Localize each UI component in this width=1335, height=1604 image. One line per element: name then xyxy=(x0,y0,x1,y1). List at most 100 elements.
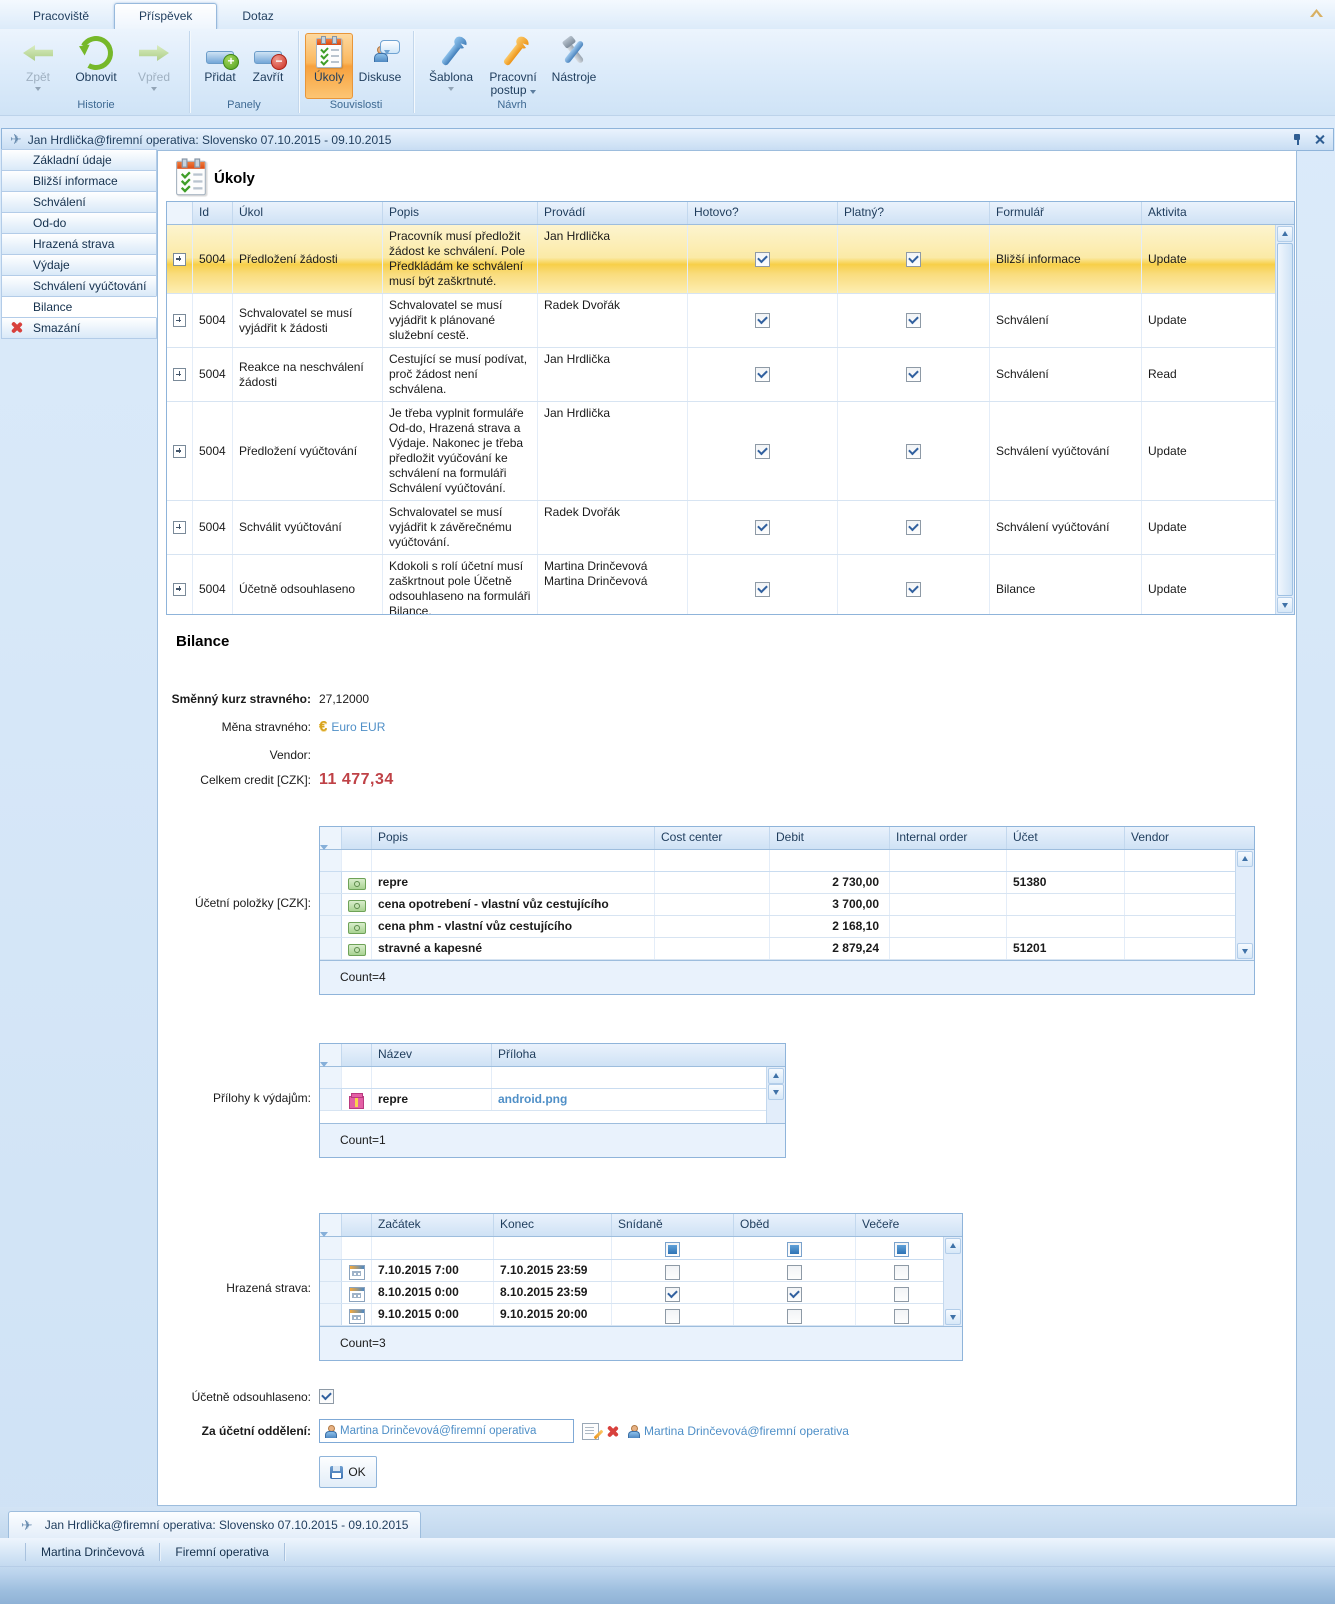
meal-row[interactable]: 8.10.2015 0:00 8.10.2015 23:59 xyxy=(320,1282,946,1304)
ribbon-tab[interactable]: Příspěvek xyxy=(114,3,217,29)
scroll-down-icon[interactable] xyxy=(1237,943,1253,959)
sidebar-item[interactable]: Schválení xyxy=(1,191,157,213)
lunch-checkbox[interactable] xyxy=(787,1287,802,1302)
column-header-popis[interactable]: Popis xyxy=(383,202,538,224)
column-header-aktivita[interactable]: Aktivita xyxy=(1142,202,1278,224)
accounting-scrollbar[interactable] xyxy=(1235,850,1254,960)
collapse-ribbon-icon[interactable] xyxy=(1310,9,1323,17)
dinner-checkbox[interactable] xyxy=(894,1287,909,1302)
attachments-scrollbar[interactable] xyxy=(766,1067,785,1123)
task-row[interactable]: 5004 Schvalovatel se musí vyjádřit k žád… xyxy=(167,294,1278,348)
sidebar-item[interactable]: Bilance xyxy=(1,296,157,318)
filter-row[interactable] xyxy=(320,850,1238,872)
meal-row[interactable]: 7.10.2015 7:00 7.10.2015 23:59 xyxy=(320,1260,946,1282)
template-dropdown-icon[interactable] xyxy=(448,87,454,91)
back-button[interactable]: Zpět xyxy=(9,33,67,99)
scroll-down-icon[interactable] xyxy=(1277,597,1293,613)
valid-checkbox[interactable] xyxy=(906,444,921,459)
select-user-icon[interactable] xyxy=(582,1423,599,1440)
task-row[interactable]: 5004 Reakce na neschválení žádosti Cestu… xyxy=(167,348,1278,402)
done-checkbox[interactable] xyxy=(755,520,770,535)
scroll-thumb[interactable] xyxy=(1277,243,1293,596)
tasks-button[interactable]: Úkoly xyxy=(305,33,353,99)
sidebar-item[interactable]: Výdaje xyxy=(1,254,157,276)
pin-icon[interactable] xyxy=(1293,134,1302,145)
breakfast-checkbox[interactable] xyxy=(665,1309,680,1324)
refresh-button[interactable]: Obnovit xyxy=(67,33,125,99)
task-row[interactable]: 5004 Účetně odsouhlaseno Kdokoli s rolí … xyxy=(167,555,1278,615)
scroll-up-icon[interactable] xyxy=(1277,226,1293,242)
column-header-ucet[interactable]: Účet xyxy=(1007,827,1125,849)
column-header-ukol[interactable]: Úkol xyxy=(233,202,383,224)
accounting-row[interactable]: cena opotrebení - vlastní vůz cestujícíh… xyxy=(320,894,1238,916)
scroll-up-icon[interactable] xyxy=(1237,851,1253,867)
column-header-zacatek[interactable]: Začátek xyxy=(372,1214,494,1236)
add-panel-button[interactable]: + Přidat xyxy=(196,33,244,99)
column-header-konec[interactable]: Konec xyxy=(494,1214,612,1236)
column-header-hotovo[interactable]: Hotovo? xyxy=(688,202,838,224)
sidebar-item[interactable]: Smazání xyxy=(1,317,157,339)
attachment-row[interactable]: repre android.png xyxy=(320,1089,769,1111)
filter-icon[interactable] xyxy=(320,1062,328,1081)
task-row[interactable]: 5004 Předložení žádosti Pracovník musí p… xyxy=(167,225,1278,294)
sidebar-item[interactable]: Schválení vyúčtování xyxy=(1,275,157,297)
approved-checkbox[interactable] xyxy=(319,1389,334,1404)
filter-row[interactable] xyxy=(320,1237,946,1260)
sidebar-item[interactable]: Hrazená strava xyxy=(1,233,157,255)
valid-checkbox[interactable] xyxy=(906,252,921,267)
valid-checkbox[interactable] xyxy=(906,520,921,535)
ok-button[interactable]: OK xyxy=(319,1456,377,1488)
sidebar-item[interactable]: Bližší informace xyxy=(1,170,157,192)
workflow-button[interactable]: Pracovní postup xyxy=(482,33,544,99)
done-checkbox[interactable] xyxy=(755,367,770,382)
valid-checkbox[interactable] xyxy=(906,582,921,597)
column-header-nazev[interactable]: Název xyxy=(372,1044,492,1066)
accounting-row[interactable]: cena phm - vlastní vůz cestujícího 2 168… xyxy=(320,916,1238,938)
attachment-file-link[interactable]: android.png xyxy=(492,1089,769,1110)
column-header-platny[interactable]: Platný? xyxy=(838,202,990,224)
column-header-provadi[interactable]: Provádí xyxy=(538,202,688,224)
column-header-cost-center[interactable]: Cost center xyxy=(655,827,770,849)
meal-row[interactable]: 9.10.2015 0:00 9.10.2015 20:00 xyxy=(320,1304,946,1326)
sidebar-item[interactable]: Základní údaje xyxy=(1,149,157,171)
close-panel-button[interactable]: − Zavřít xyxy=(244,33,292,99)
filter-icon[interactable] xyxy=(320,845,328,864)
meals-scrollbar[interactable] xyxy=(943,1237,962,1326)
done-checkbox[interactable] xyxy=(755,444,770,459)
clear-user-icon[interactable] xyxy=(607,1426,618,1437)
filter-icon[interactable] xyxy=(320,1232,328,1251)
ribbon-tab[interactable]: Dotaz xyxy=(217,3,298,29)
ribbon-tab[interactable]: Pracoviště xyxy=(8,3,114,29)
expand-icon[interactable] xyxy=(173,521,186,534)
lunch-filter-checkbox[interactable] xyxy=(787,1242,802,1257)
tasks-scrollbar[interactable] xyxy=(1275,225,1294,614)
column-header-formular[interactable]: Formulář xyxy=(990,202,1142,224)
column-header-obed[interactable]: Oběd xyxy=(734,1214,856,1236)
close-icon[interactable] xyxy=(1314,134,1325,145)
accounting-row[interactable]: repre 2 730,00 51380 xyxy=(320,872,1238,894)
discussion-button[interactable]: Diskuse xyxy=(353,33,407,99)
done-checkbox[interactable] xyxy=(755,313,770,328)
scroll-up-icon[interactable] xyxy=(768,1068,784,1084)
dinner-checkbox[interactable] xyxy=(894,1265,909,1280)
task-row[interactable]: 5004 Schválit vyúčtování Schvalovatel se… xyxy=(167,501,1278,555)
valid-checkbox[interactable] xyxy=(906,367,921,382)
filter-row[interactable] xyxy=(320,1067,769,1089)
back-dropdown-icon[interactable] xyxy=(35,87,41,91)
lunch-checkbox[interactable] xyxy=(787,1265,802,1280)
tools-button[interactable]: Nástroje xyxy=(544,33,604,99)
expand-icon[interactable] xyxy=(173,368,186,381)
column-header-internal-order[interactable]: Internal order xyxy=(890,827,1007,849)
breakfast-checkbox[interactable] xyxy=(665,1287,680,1302)
forward-button[interactable]: Vpřed xyxy=(125,33,183,99)
breakfast-filter-checkbox[interactable] xyxy=(665,1242,680,1257)
breakfast-checkbox[interactable] xyxy=(665,1265,680,1280)
valid-checkbox[interactable] xyxy=(906,313,921,328)
column-header-id[interactable]: Id xyxy=(193,202,233,224)
expand-icon[interactable] xyxy=(173,445,186,458)
done-checkbox[interactable] xyxy=(755,582,770,597)
expand-icon[interactable] xyxy=(173,583,186,596)
column-header-priloha[interactable]: Příloha xyxy=(492,1044,769,1066)
forward-dropdown-icon[interactable] xyxy=(151,87,157,91)
scroll-down-icon[interactable] xyxy=(945,1309,961,1325)
